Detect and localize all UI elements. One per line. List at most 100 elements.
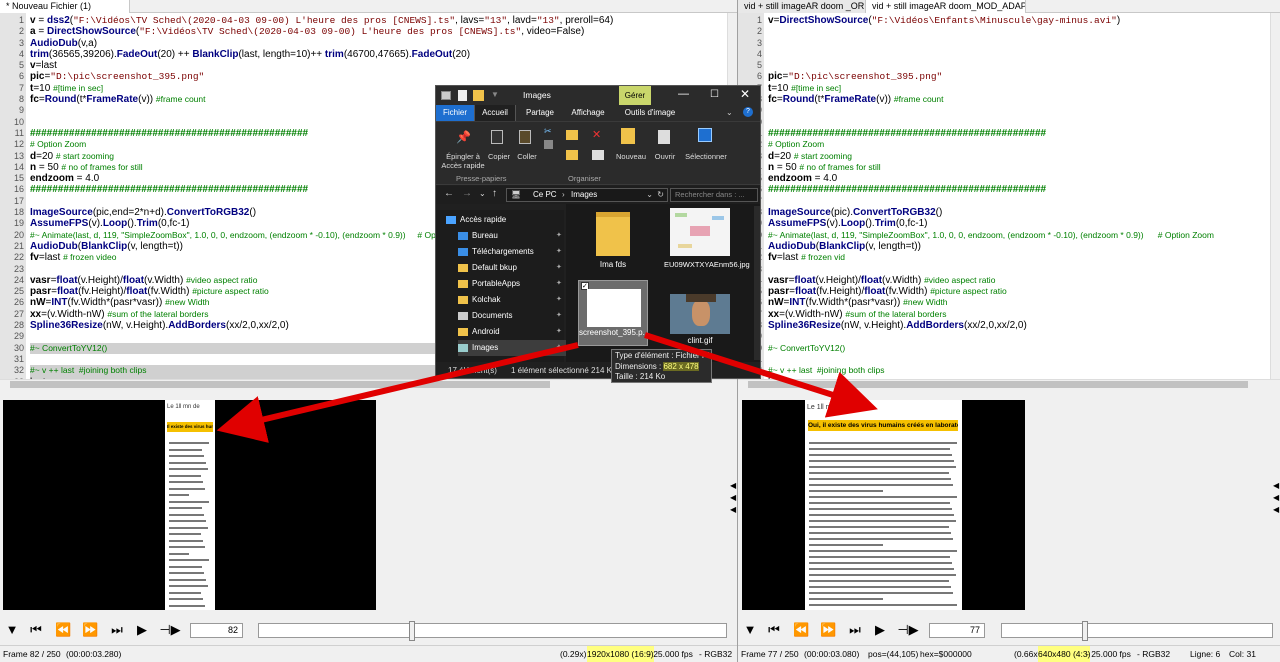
- code-line[interactable]: 24vasr=float(v.Height)/float(v.Width) #v…: [738, 275, 1280, 286]
- tab-partage[interactable]: Partage: [518, 105, 562, 121]
- code-line[interactable]: 15endzoom = 4.0: [738, 173, 1280, 184]
- left-frame-number-field[interactable]: 82: [190, 623, 243, 638]
- copy-button[interactable]: Copier: [486, 152, 512, 161]
- file-screenshot-395[interactable]: screenshot_395.p...: [579, 328, 649, 337]
- goto-end-button[interactable]: ⏭: [109, 622, 125, 638]
- pin-icon[interactable]: ✦: [556, 260, 562, 276]
- right-horizontal-scrollbar[interactable]: [738, 379, 1280, 389]
- code-line[interactable]: 13d=20 # start zooming: [738, 151, 1280, 162]
- right-frame-number-field[interactable]: 77: [929, 623, 985, 638]
- code-line[interactable]: 32#~ v ++ last #joining both clips: [738, 365, 1280, 376]
- clint-thumbnail[interactable]: [670, 294, 730, 334]
- quick-access-dropdown-icon[interactable]: ▼: [491, 90, 499, 99]
- cut-icon[interactable]: ✂: [544, 126, 552, 137]
- mindmap-thumbnail[interactable]: [670, 208, 730, 256]
- code-line[interactable]: 1 v=DirectShowSource("F:\Vidéos\Enfants\M…: [738, 15, 1280, 26]
- properties-icon[interactable]: [458, 90, 467, 101]
- files-scrollbar[interactable]: [754, 206, 760, 360]
- tab-accueil[interactable]: Accueil: [474, 105, 516, 121]
- right-slider-thumb[interactable]: [1082, 621, 1088, 641]
- file-clint-gif[interactable]: clint.gif: [670, 336, 730, 345]
- pin-icon[interactable]: ✦: [556, 324, 562, 340]
- right-vertical-scrollbar[interactable]: [1270, 13, 1280, 379]
- code-line[interactable]: 16######################################…: [738, 184, 1280, 195]
- code-line[interactable]: 2 a = DirectShowSource("F:\Vidéos\TV Sche…: [0, 26, 737, 37]
- code-line[interactable]: 27xx=(v.Width-nW) #sum of the lateral bo…: [738, 309, 1280, 320]
- step-back-button[interactable]: ⏪: [55, 622, 71, 638]
- up-arrow-icon[interactable]: ↑: [492, 188, 497, 199]
- open-icon[interactable]: [658, 130, 670, 144]
- pin-icon[interactable]: 📌: [456, 130, 471, 144]
- code-line[interactable]: 28Spline36Resize(nW, v.Height).AddBorder…: [738, 320, 1280, 331]
- code-line[interactable]: 4: [738, 49, 1280, 60]
- selected-file-tile[interactable]: ✓ screenshot_395.p...: [578, 280, 649, 346]
- close-button[interactable]: ✕: [740, 87, 750, 101]
- step-back-button[interactable]: ⏪: [793, 622, 809, 638]
- goto-start-button[interactable]: ⏮: [766, 622, 782, 638]
- tab-outils-image[interactable]: Outils d'image: [618, 105, 682, 121]
- left-side-arrows[interactable]: ◀ ◀ ◀: [730, 480, 737, 516]
- new-folder-icon[interactable]: [473, 90, 484, 101]
- code-line[interactable]: 10: [738, 117, 1280, 128]
- code-line[interactable]: 6 pic="D:\pic\screenshot_395.png": [0, 71, 737, 82]
- minimize-button[interactable]: —: [678, 88, 689, 100]
- new-folder-large-icon[interactable]: [621, 128, 635, 144]
- step-forward-button[interactable]: ⏩: [820, 622, 836, 638]
- code-line[interactable]: 7t=10 #[time in sec]: [738, 83, 1280, 94]
- goto-frame-button[interactable]: ⊣▶: [896, 622, 920, 638]
- pin-icon[interactable]: ✦: [556, 276, 562, 292]
- breadcrumb-images[interactable]: Images: [571, 190, 597, 199]
- right-side-arrows[interactable]: ◀ ◀ ◀: [1273, 480, 1280, 516]
- play-button[interactable]: ▶: [134, 622, 150, 638]
- pin-icon[interactable]: ✦: [556, 340, 562, 356]
- select-button[interactable]: Sélectionner: [680, 152, 732, 161]
- code-line[interactable]: 26nW=INT(fv.Width*(pasr*vasr)) #new Widt…: [738, 297, 1280, 308]
- forward-arrow-icon[interactable]: →: [462, 188, 472, 199]
- code-line[interactable]: 19AssumeFPS(v).Loop().Trim(0,fc-1): [738, 218, 1280, 229]
- ribbon-collapse-icon[interactable]: ⌄: [726, 108, 733, 117]
- nav-item[interactable]: Images ✦: [458, 340, 576, 356]
- code-line[interactable]: 5 v=last: [0, 60, 737, 71]
- goto-frame-button[interactable]: ⊣▶: [158, 622, 182, 638]
- copy-to-icon[interactable]: [566, 150, 578, 160]
- code-line[interactable]: 2: [738, 26, 1280, 37]
- help-icon[interactable]: ?: [743, 107, 753, 117]
- left-hscroll-thumb[interactable]: [10, 381, 550, 388]
- code-line[interactable]: 3 AudioDub(v,a): [0, 38, 737, 49]
- explorer-title-bar[interactable]: ▼ Images Gérer — ☐ ✕: [436, 86, 760, 105]
- code-line[interactable]: 23: [738, 264, 1280, 275]
- code-line[interactable]: 21AudioDub(BlankClip(v, length=t)): [738, 241, 1280, 252]
- code-line[interactable]: 14n = 50 # no of frames for still: [738, 162, 1280, 173]
- select-icon[interactable]: [698, 128, 712, 142]
- left-slider-thumb[interactable]: [409, 621, 415, 641]
- left-timeline-slider[interactable]: [258, 621, 727, 641]
- move-to-icon[interactable]: [566, 130, 578, 140]
- code-line[interactable]: 4 trim(36565,39206).FadeOut(20) ++ BlankC…: [0, 49, 737, 60]
- code-line[interactable]: 25pasr=float(fv.Height)/float(fv.Width) …: [738, 286, 1280, 297]
- paste-icon[interactable]: [519, 130, 531, 144]
- code-line[interactable]: 30#~ ConvertToYV12(): [738, 343, 1280, 354]
- code-line[interactable]: 11######################################…: [738, 128, 1280, 139]
- code-line[interactable]: 12# Option Zoom: [738, 139, 1280, 150]
- code-line[interactable]: 6 pic="D:\pic\screenshot_395.png": [738, 71, 1280, 82]
- file-eu09-jpg[interactable]: EU09WXTXYAEnm56.jpg: [664, 260, 750, 270]
- pin-icon[interactable]: ✦: [556, 244, 562, 260]
- pin-icon[interactable]: ✦: [556, 308, 562, 324]
- refresh-icon[interactable]: ↻: [657, 190, 664, 199]
- code-line[interactable]: 3: [738, 38, 1280, 49]
- new-button[interactable]: Nouveau: [614, 152, 648, 161]
- code-line[interactable]: 18ImageSource(pic).ConvertToRGB32(): [738, 207, 1280, 218]
- right-timeline-slider[interactable]: [1001, 621, 1273, 641]
- goto-start-button[interactable]: ⏮: [28, 622, 44, 638]
- play-backward-button[interactable]: ▼: [742, 622, 758, 638]
- paste-button[interactable]: Coller: [514, 152, 540, 161]
- code-line[interactable]: 5: [738, 60, 1280, 71]
- copy-path-icon[interactable]: [544, 140, 553, 149]
- pin-icon[interactable]: ✦: [556, 228, 562, 244]
- right-code-editor[interactable]: 1 v=DirectShowSource("F:\Vidéos\Enfants\M…: [738, 13, 1280, 379]
- open-button[interactable]: Ouvrir: [650, 152, 680, 161]
- tab-affichage[interactable]: Affichage: [564, 105, 612, 121]
- step-forward-button[interactable]: ⏩: [82, 622, 98, 638]
- search-input[interactable]: Rechercher dans : ...: [670, 188, 758, 202]
- code-line[interactable]: 9: [738, 105, 1280, 116]
